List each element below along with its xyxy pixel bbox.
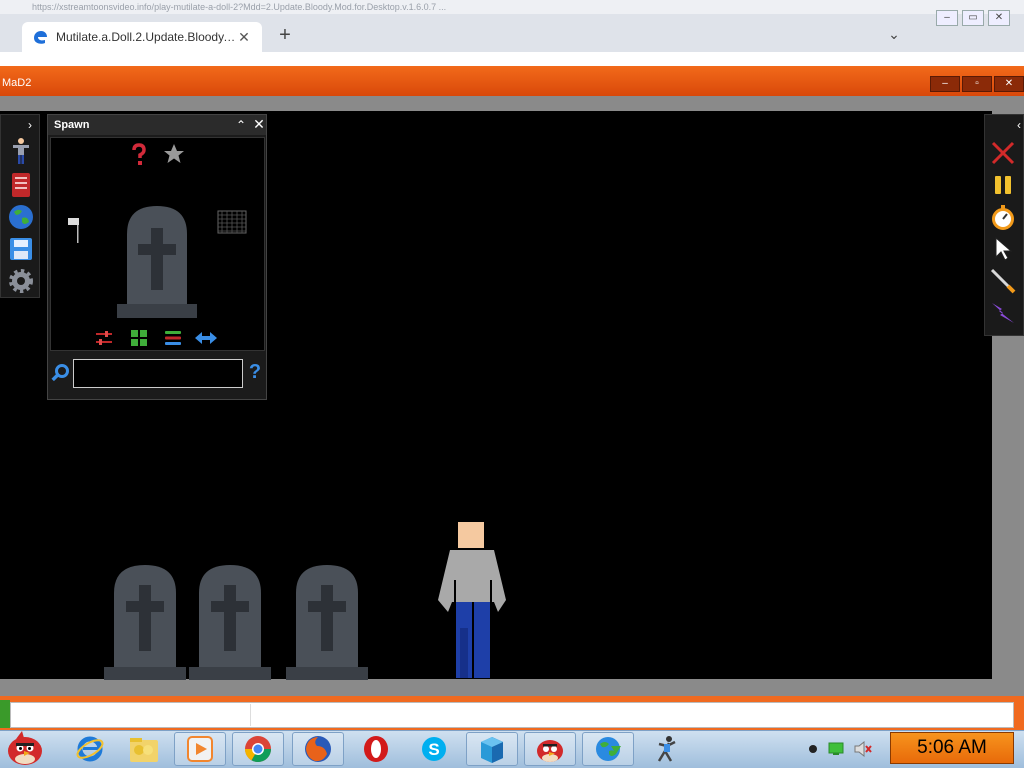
spawn-search-row: ?: [48, 357, 266, 389]
browser-window-controls: – ▭ ✕: [936, 10, 1010, 26]
game-window-controls: – ▫ ✕: [930, 76, 1024, 92]
tombstone-prop[interactable]: [189, 563, 271, 680]
globe-icon[interactable]: [7, 203, 35, 231]
tombstone-prop[interactable]: [286, 563, 368, 680]
chrome-icon[interactable]: [232, 732, 284, 766]
ragdoll-figure[interactable]: [436, 520, 510, 680]
left-toolbar: ›: [0, 114, 40, 298]
tombstone-prop[interactable]: [104, 563, 186, 680]
lightning-icon[interactable]: [989, 299, 1017, 327]
network-icon[interactable]: [828, 742, 844, 756]
save-icon[interactable]: [7, 235, 35, 263]
status-divider: [250, 704, 251, 726]
screen: https://xstreamtoonsvideo.info/play-muti…: [0, 0, 1024, 768]
close-x-icon[interactable]: [989, 139, 1017, 167]
page-content-edge: [0, 52, 1024, 66]
browser-tab[interactable]: Mutilate.a.Doll.2.Update.Bloody.Mod ✕: [22, 22, 262, 52]
firefox-icon[interactable]: [292, 732, 344, 766]
hammer-icon[interactable]: [67, 216, 81, 244]
question-icon[interactable]: [129, 143, 149, 167]
tombstone-item[interactable]: [117, 204, 197, 318]
svg-text:S: S: [428, 740, 439, 759]
stopwatch-icon[interactable]: [989, 203, 1017, 231]
spawn-search-input[interactable]: [73, 359, 243, 388]
sliders-icon[interactable]: [95, 330, 113, 346]
star-icon[interactable]: [163, 143, 185, 165]
volume-muted-icon[interactable]: [854, 741, 872, 757]
cursor-icon[interactable]: [989, 235, 1017, 263]
game-minimize-button[interactable]: –: [930, 76, 960, 92]
left-toolbar-expand-button[interactable]: ›: [21, 117, 39, 133]
media-player-icon[interactable]: [174, 732, 226, 766]
minimize-button[interactable]: –: [936, 10, 958, 26]
swap-arrows-icon[interactable]: [195, 331, 217, 345]
figure-icon[interactable]: [640, 732, 692, 766]
game-window-titlebar: MaD2: [0, 66, 1024, 96]
tab-title: Mutilate.a.Doll.2.Update.Bloody.Mod: [56, 30, 236, 44]
right-toolbar-collapse-button[interactable]: ‹: [1013, 117, 1024, 133]
folder-icon[interactable]: [118, 732, 170, 766]
dot-icon[interactable]: [808, 744, 818, 754]
tab-close-button[interactable]: ✕: [236, 29, 252, 46]
spawn-item-preview: [50, 137, 265, 351]
new-tab-button[interactable]: +: [274, 24, 296, 46]
game-window-title: MaD2: [2, 77, 32, 89]
knife-icon[interactable]: [989, 267, 1017, 295]
spawn-panel-title: Spawn: [54, 119, 90, 131]
url-bar[interactable]: https://xstreamtoonsvideo.info/play-muti…: [0, 0, 1024, 14]
edge-favicon-icon: [34, 31, 47, 44]
spawn-collapse-button[interactable]: ⌃: [234, 117, 248, 133]
spawn-close-button[interactable]: ✕: [252, 116, 266, 132]
ragdoll-icon[interactable]: [7, 137, 35, 165]
list-icon[interactable]: [165, 330, 181, 346]
pause-icon[interactable]: [989, 171, 1017, 199]
game-floor: [0, 679, 992, 696]
search-icon: [51, 364, 69, 382]
spawn-panel: Spawn ⌃ ✕ ?: [47, 114, 267, 400]
grid-icon[interactable]: [131, 330, 147, 346]
globe-download-icon[interactable]: [582, 732, 634, 766]
game-close-button[interactable]: ✕: [994, 76, 1024, 92]
settings-gear-icon[interactable]: [7, 267, 35, 295]
status-accent: [0, 700, 10, 728]
right-toolbar: ‹: [984, 114, 1024, 336]
tab-list-button[interactable]: ⌄: [884, 26, 904, 46]
restore-button[interactable]: ▭: [962, 10, 984, 26]
angry-birds-start-icon[interactable]: [2, 728, 48, 768]
opera-icon[interactable]: [350, 732, 402, 766]
skype-icon[interactable]: S: [408, 732, 460, 766]
internet-explorer-icon[interactable]: [64, 732, 116, 766]
system-tray: [808, 738, 872, 760]
browser-chrome: https://xstreamtoonsvideo.info/play-muti…: [0, 0, 1024, 66]
status-panel: [10, 702, 1014, 728]
mesh-icon[interactable]: [217, 210, 247, 234]
game-maximize-button[interactable]: ▫: [962, 76, 992, 92]
book-icon[interactable]: [7, 171, 35, 199]
taskbar-clock[interactable]: 5:06 AM: [890, 732, 1014, 764]
cube-app-icon[interactable]: [466, 732, 518, 766]
search-help-button[interactable]: ?: [247, 361, 263, 383]
angry-birds-icon[interactable]: [524, 732, 576, 766]
close-button[interactable]: ✕: [988, 10, 1010, 26]
